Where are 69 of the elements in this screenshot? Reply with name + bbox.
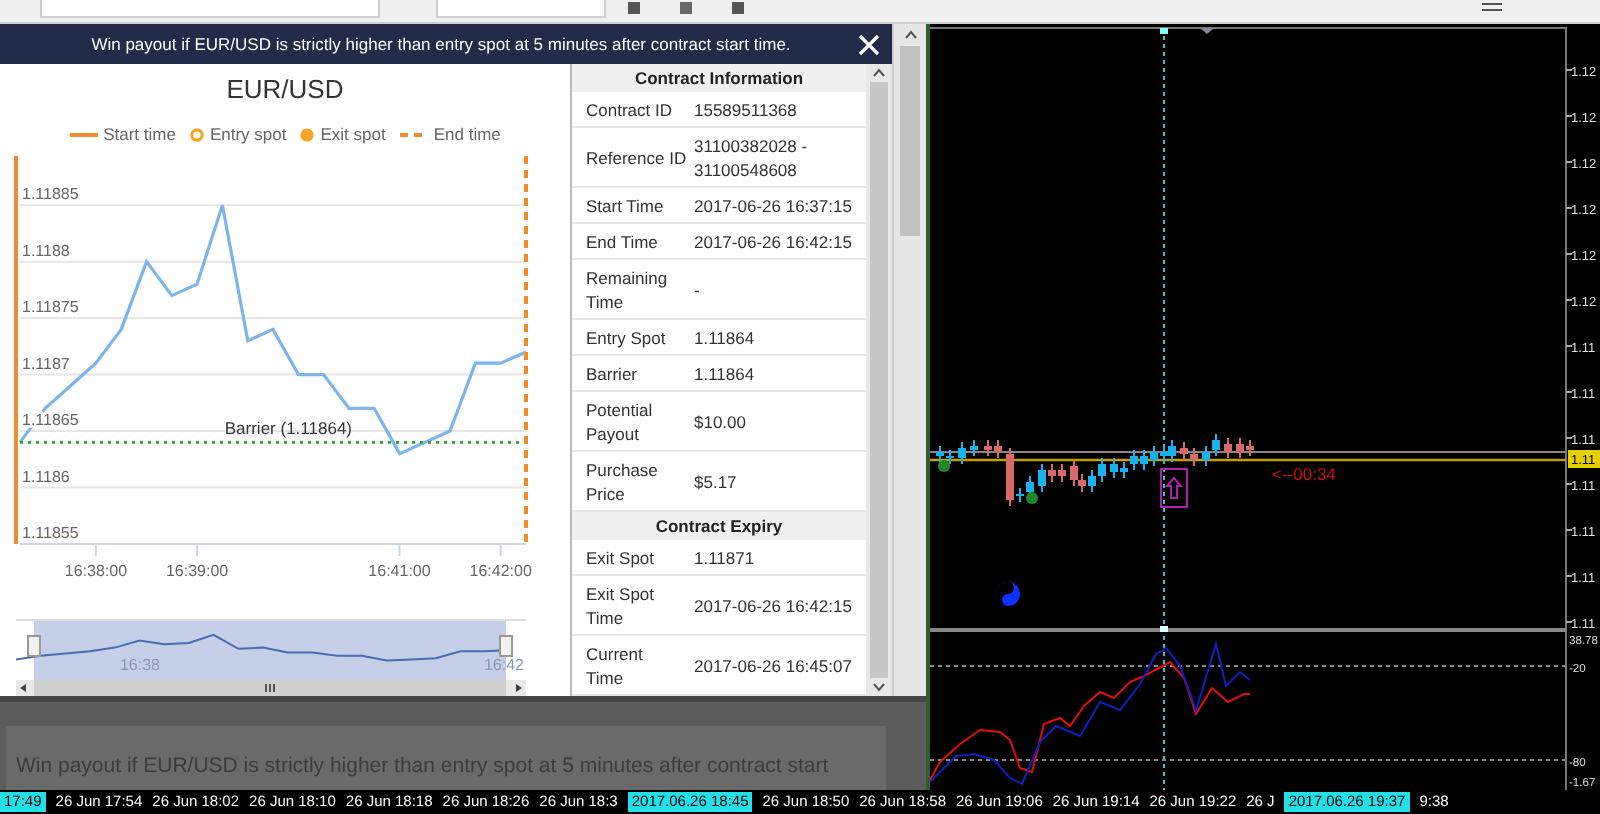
field-label: End Time: [584, 229, 660, 253]
legend-label[interactable]: Entry spot: [209, 121, 287, 147]
grip-icon[interactable]: [265, 683, 275, 693]
field-value: -: [694, 277, 702, 301]
scrollbar-thumb[interactable]: [870, 82, 888, 678]
cursor-marker: [1160, 28, 1168, 34]
page-scrollbar[interactable]: [892, 24, 926, 696]
field-label: Exit Spot Time: [584, 581, 657, 629]
field-value: 15589511368: [694, 97, 799, 121]
field-value: 31100382028 - 31100548608: [694, 133, 810, 181]
yin-yang-icon: [996, 582, 1020, 606]
section-heading: Contract Information: [634, 65, 804, 91]
axis-label: 16:39:00: [165, 562, 229, 580]
countdown-label: <--00:34: [1272, 464, 1336, 484]
field-value: $10.00: [694, 409, 748, 433]
field-label: Remaining Time: [584, 265, 670, 313]
field-label: Reference ID: [584, 145, 689, 169]
field-value: $5.17: [694, 469, 739, 493]
signal-dot: [1026, 492, 1038, 504]
scrollbar[interactable]: [866, 64, 892, 696]
axis-label: 1.1188: [22, 241, 70, 260]
field-label: Start Time: [584, 193, 666, 217]
axis-label: 1.1187: [22, 354, 70, 373]
field-value: 1.11871: [694, 545, 757, 569]
field-value: 2017-06-26 16:37:15: [694, 193, 854, 217]
navigator-label: 16:42: [483, 656, 525, 674]
navigator-handle[interactable]: [27, 635, 41, 657]
field-label: Exit Spot: [584, 545, 657, 569]
field-label: Purchase Price: [584, 457, 660, 505]
legend-line-icon: [69, 131, 98, 137]
legend-label[interactable]: End time: [433, 121, 501, 147]
legend-dot-icon: [300, 127, 315, 141]
axis-label: 16:42:00: [469, 562, 532, 580]
field-value: 2017-06-26 16:42:15: [694, 229, 854, 253]
legend-ring-icon: [189, 127, 204, 141]
legend-dash-icon: [399, 131, 428, 137]
field-label: Contract ID: [584, 97, 674, 121]
axis-label: 16:38:00: [64, 562, 128, 580]
field-label: Potential Payout: [584, 397, 655, 445]
navigator-handle[interactable]: [499, 635, 513, 657]
left-arrow-icon[interactable]: [20, 684, 26, 692]
right-arrow-icon[interactable]: [516, 684, 522, 692]
navigator-scrollbar[interactable]: [16, 680, 526, 696]
dialog-title: Win payout if EUR/USD is strictly higher than entry spot at 5 minutes after contract start time.: [89, 31, 793, 57]
field-label: Entry Spot: [584, 325, 668, 349]
field-value: 1.11864: [694, 361, 757, 385]
axis-label: 16:41:00: [368, 562, 431, 580]
signal-dot: [938, 460, 950, 472]
legend-label[interactable]: Start time: [103, 121, 176, 147]
field-value: 1.11864: [694, 325, 757, 349]
section-heading: Contract Expiry: [655, 513, 783, 539]
legend-label[interactable]: Exit spot: [320, 121, 386, 147]
field-label: Barrier: [584, 361, 640, 385]
barrier-label: Barrier (1.11864): [224, 418, 352, 439]
close-icon[interactable]: [858, 33, 880, 55]
menu-icon[interactable]: [1482, 2, 1502, 14]
axis-label: 1.11875: [22, 298, 79, 317]
navigator-label: 16:38: [119, 656, 161, 674]
field-value: 2017-06-26 16:45:07: [694, 653, 854, 677]
search-field[interactable]: [436, 0, 606, 18]
triangle-icon: [1200, 28, 1214, 34]
field-label: Current Time: [584, 641, 645, 689]
chart-title: EUR/USD: [224, 72, 346, 108]
cursor-marker: [1160, 626, 1168, 632]
field-value: 2017-06-26 16:42:15: [694, 593, 854, 617]
scrollbar-thumb[interactable]: [900, 46, 920, 236]
axis-label: 1.11855: [22, 524, 79, 542]
axis-label: 1.1186: [22, 467, 70, 486]
axis-label: 1.11885: [22, 185, 79, 204]
